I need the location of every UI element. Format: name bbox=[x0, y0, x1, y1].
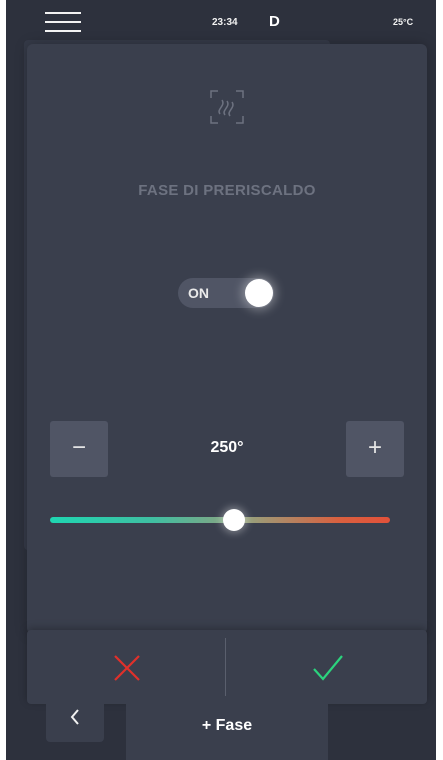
add-phase-button[interactable]: + Fase bbox=[126, 704, 328, 760]
cancel-button[interactable] bbox=[27, 630, 225, 704]
phase-card: FASE DI PRERISCALDO ON − 250° + bbox=[27, 44, 427, 634]
ambient-temperature: 25°C bbox=[393, 17, 414, 27]
add-phase-label: + Fase bbox=[201, 717, 253, 734]
chevron-left-icon bbox=[70, 709, 79, 725]
hamburger-menu-icon[interactable] bbox=[45, 12, 81, 34]
oven-screen: 23:34 D 25°C FASE DI PRERISCALDO ON − 25… bbox=[6, 0, 436, 760]
toggle-knob[interactable] bbox=[245, 279, 273, 307]
preheat-toggle[interactable]: ON bbox=[178, 278, 274, 308]
temperature-slider[interactable] bbox=[50, 509, 390, 531]
back-button[interactable] bbox=[46, 704, 104, 742]
status-bar: 23:34 D 25°C bbox=[6, 0, 436, 44]
clock: 23:34 bbox=[212, 17, 238, 28]
slider-thumb[interactable] bbox=[222, 509, 245, 531]
confirm-button[interactable] bbox=[226, 630, 426, 704]
action-bar bbox=[27, 630, 427, 704]
increase-temperature-button[interactable]: + bbox=[346, 421, 404, 477]
heat-waves-icon bbox=[210, 90, 244, 124]
mode-indicator: D bbox=[269, 13, 280, 30]
toggle-label: ON bbox=[188, 285, 209, 301]
temperature-value: 250° bbox=[210, 439, 244, 456]
phase-title: FASE DI PRERISCALDO bbox=[138, 182, 316, 199]
check-icon bbox=[313, 655, 343, 681]
close-icon bbox=[114, 655, 140, 681]
decrease-temperature-button[interactable]: − bbox=[50, 421, 108, 477]
